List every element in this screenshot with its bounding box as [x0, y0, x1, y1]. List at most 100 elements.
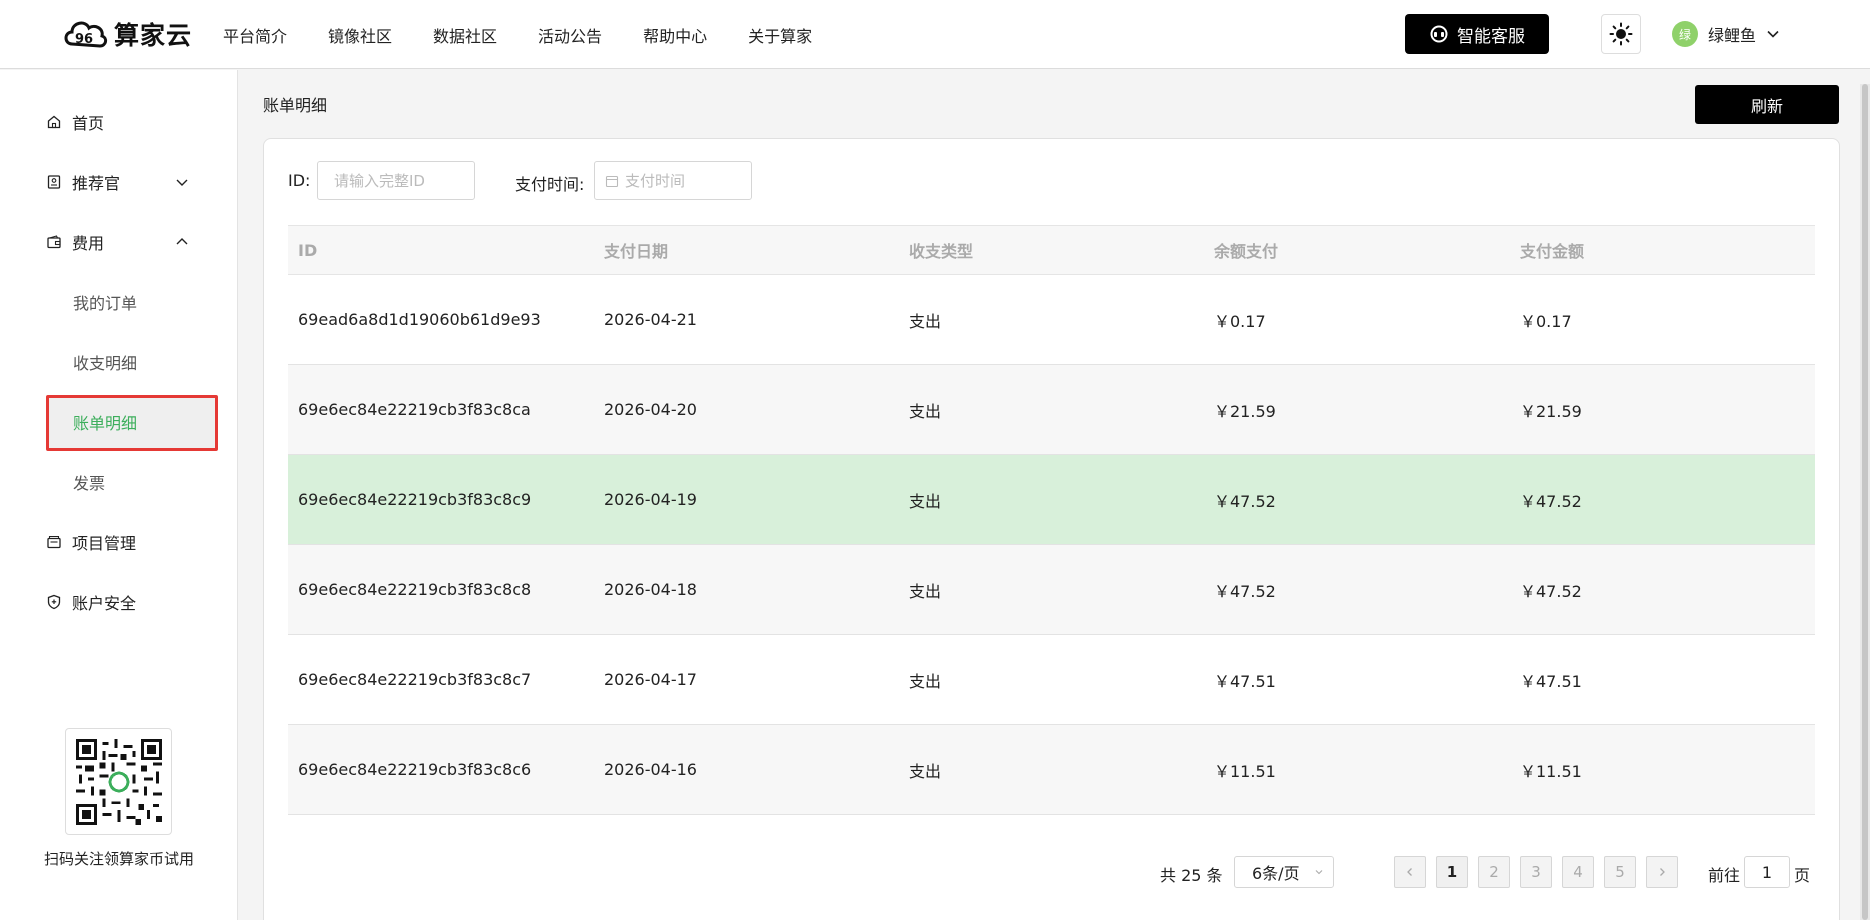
cell-id: 69e6ec84e22219cb3f83c8c8 [298, 580, 532, 599]
table-row-hovered[interactable]: 69e6ec84e22219cb3f83c8c9 2026-04-19 支出 ￥… [288, 455, 1815, 545]
wallet-icon [46, 234, 62, 250]
nav-item-platform[interactable]: 平台简介 [223, 23, 287, 47]
chevron-down-icon [1767, 30, 1779, 38]
page-unit-label: 页 [1794, 866, 1811, 885]
id-filter-label: ID: [288, 171, 311, 190]
column-header-date: 支付日期 [604, 242, 669, 261]
page-button-3[interactable]: 3 [1520, 856, 1552, 888]
support-button[interactable]: 智能客服 [1405, 14, 1549, 54]
theme-toggle-button[interactable] [1601, 14, 1641, 54]
table-row[interactable]: 69ead6a8d1d19060b61d9e93 2026-04-21 支出 ￥… [288, 275, 1815, 365]
chevron-up-icon [176, 238, 188, 245]
payment-time-picker[interactable]: 支付时间 [594, 161, 752, 200]
scrollbar-thumb[interactable] [1862, 84, 1868, 920]
svg-text:96: 96 [75, 32, 93, 47]
cell-type: 支出 [909, 671, 942, 691]
cell-type: 支出 [909, 311, 942, 331]
badge-icon [46, 174, 62, 190]
cell-balance: ￥47.52 [1214, 491, 1276, 511]
next-page-button[interactable] [1646, 856, 1678, 888]
brand-logo-icon: 96 [64, 21, 108, 48]
sidebar-item-label: 账户安全 [72, 594, 137, 613]
page-size-value: 6条/页 [1252, 864, 1300, 883]
headset-icon [1430, 25, 1448, 43]
cell-type: 支出 [909, 761, 942, 781]
goto-label: 前往 [1708, 866, 1741, 885]
sidebar-sub-invoice[interactable]: 发票 [73, 467, 105, 497]
page-button-1[interactable]: 1 [1436, 856, 1468, 888]
sidebar-item-referrer[interactable]: 推荐官 [46, 167, 196, 197]
nav-item-help[interactable]: 帮助中心 [643, 23, 707, 47]
table-row[interactable]: 69e6ec84e22219cb3f83c8ca 2026-04-20 支出 ￥… [288, 365, 1815, 455]
cell-type: 支出 [909, 401, 942, 421]
table-row[interactable]: 69e6ec84e22219cb3f83c8c8 2026-04-18 支出 ￥… [288, 545, 1815, 635]
page-button-2[interactable]: 2 [1478, 856, 1510, 888]
cell-balance: ￥47.52 [1214, 581, 1276, 601]
nav-item-data-community[interactable]: 数据社区 [433, 23, 497, 47]
cell-date: 2026-04-19 [604, 490, 697, 509]
sidebar-sub-income-expense[interactable]: 收支明细 [73, 347, 137, 377]
cell-date: 2026-04-18 [604, 580, 697, 599]
page-button-4[interactable]: 4 [1562, 856, 1594, 888]
chevron-down-icon [1315, 870, 1323, 875]
main-nav: 平台简介 镜像社区 数据社区 活动公告 帮助中心 关于算家 [223, 0, 853, 69]
id-search-input[interactable] [317, 161, 475, 200]
table-row[interactable]: 69e6ec84e22219cb3f83c8c6 2026-04-16 支出 ￥… [288, 725, 1815, 815]
cell-amount: ￥11.51 [1520, 761, 1582, 781]
cell-id: 69e6ec84e22219cb3f83c8ca [298, 400, 531, 419]
calendar-icon [605, 175, 619, 187]
cell-id: 69e6ec84e22219cb3f83c8c7 [298, 670, 532, 689]
sidebar-sub-my-orders[interactable]: 我的订单 [73, 287, 137, 317]
cell-type: 支出 [909, 491, 942, 511]
top-header: 96 算家云 平台简介 镜像社区 数据社区 活动公告 帮助中心 关于算家 智能客… [0, 0, 1870, 69]
sidebar-item-label: 费用 [72, 234, 105, 253]
nav-item-about[interactable]: 关于算家 [748, 23, 812, 47]
column-header-type: 收支类型 [909, 242, 974, 261]
nav-item-announcements[interactable]: 活动公告 [538, 23, 602, 47]
sidebar-item-fees[interactable]: 费用 [46, 227, 196, 257]
table-header: ID 支付日期 收支类型 余额支付 支付金额 [288, 225, 1815, 275]
cell-amount: ￥0.17 [1520, 311, 1572, 331]
cell-id: 69ead6a8d1d19060b61d9e93 [298, 310, 541, 329]
folder-icon [46, 534, 62, 550]
logo[interactable]: 96 算家云 [62, 12, 192, 56]
prev-page-button[interactable] [1394, 856, 1426, 888]
support-button-label: 智能客服 [1457, 26, 1525, 47]
sidebar-item-label: 首页 [72, 114, 105, 133]
user-name: 绿鲤鱼 [1708, 26, 1757, 45]
sidebar-item-home[interactable]: 首页 [46, 107, 196, 137]
cell-balance: ￥0.17 [1214, 311, 1266, 331]
cell-date: 2026-04-16 [604, 760, 697, 779]
sidebar-item-label: 推荐官 [72, 174, 121, 193]
sidebar: 首页 推荐官 费用 我的订单 收支明细 账单明细 发票 项目管理 账户安全 扫码… [0, 70, 238, 920]
page-size-select[interactable]: 6条/页 [1234, 856, 1334, 888]
refresh-button[interactable]: 刷新 [1695, 85, 1839, 124]
page-button-5[interactable]: 5 [1604, 856, 1636, 888]
sun-icon [1609, 22, 1633, 46]
bill-table: ID 支付日期 收支类型 余额支付 支付金额 69ead6a8d1d19060b… [288, 225, 1815, 815]
cell-balance: ￥11.51 [1214, 761, 1276, 781]
sidebar-sub-bill-details[interactable]: 账单明细 [73, 407, 137, 437]
page-scrollbar[interactable] [1860, 84, 1870, 920]
cell-date: 2026-04-21 [604, 310, 697, 329]
sidebar-item-label: 项目管理 [72, 534, 137, 553]
cell-id: 69e6ec84e22219cb3f83c8c9 [298, 490, 532, 509]
brand-name: 算家云 [114, 21, 193, 50]
user-menu[interactable]: 绿 绿鲤鱼 [1672, 20, 1780, 48]
column-header-amount: 支付金额 [1520, 242, 1585, 261]
nav-item-image-community[interactable]: 镜像社区 [328, 23, 392, 47]
payment-time-placeholder: 支付时间 [625, 172, 686, 190]
cell-date: 2026-04-20 [604, 400, 697, 419]
cell-amount: ￥47.52 [1520, 491, 1582, 511]
cell-balance: ￥21.59 [1214, 401, 1276, 421]
sidebar-item-account-security[interactable]: 账户安全 [46, 587, 196, 617]
chevron-down-icon [176, 179, 188, 186]
shield-icon [46, 594, 62, 610]
cell-amount: ￥47.51 [1520, 671, 1582, 691]
cell-balance: ￥47.51 [1214, 671, 1276, 691]
table-row[interactable]: 69e6ec84e22219cb3f83c8c7 2026-04-17 支出 ￥… [288, 635, 1815, 725]
cell-date: 2026-04-17 [604, 670, 697, 689]
goto-page-input[interactable] [1744, 856, 1790, 888]
sidebar-item-projects[interactable]: 项目管理 [46, 527, 196, 557]
page-title: 账单明细 [263, 96, 328, 115]
